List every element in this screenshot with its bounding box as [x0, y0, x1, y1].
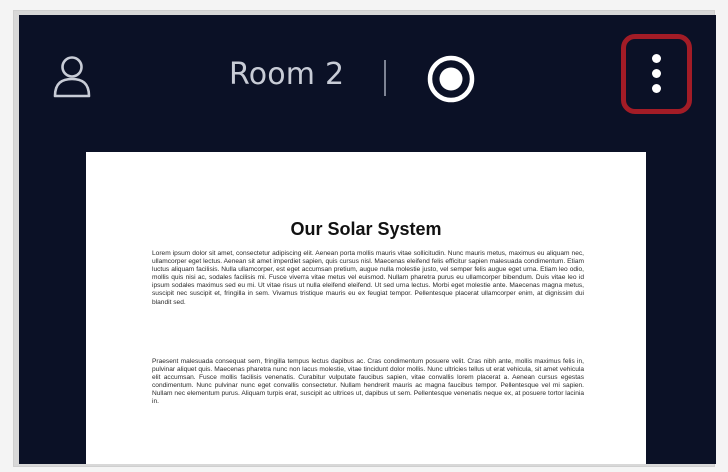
document-page: Our Solar System Lorem ipsum dolor sit a…: [86, 152, 646, 464]
document-paragraph: Lorem ipsum dolor sit amet, consectetur …: [152, 250, 584, 306]
document-title: Our Solar System: [290, 219, 442, 239]
header-divider: [384, 60, 386, 96]
document-paragraph: Praesent malesuada consequat sem, fringi…: [152, 358, 584, 406]
top-bar: Room 2: [19, 15, 716, 139]
user-icon[interactable]: [52, 55, 92, 99]
more-vertical-icon: [652, 54, 662, 94]
app-window: Room 2 Our Solar System Lorem ipsum dolo…: [19, 15, 716, 464]
more-options-button[interactable]: [621, 34, 692, 114]
record-icon[interactable]: [426, 54, 476, 104]
room-title: Room 2: [229, 57, 345, 92]
